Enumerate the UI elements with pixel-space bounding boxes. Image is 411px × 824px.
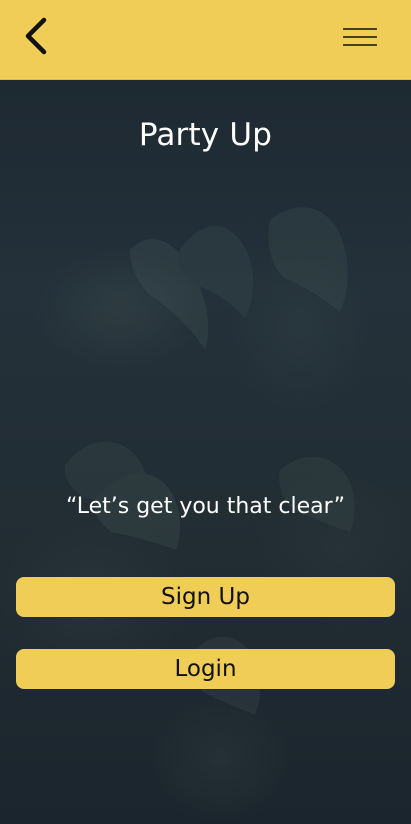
sign-up-button[interactable]: Sign Up — [16, 577, 395, 617]
page-title: Party Up — [138, 117, 273, 153]
login-button[interactable]: Login — [16, 649, 395, 689]
party-up-screen: Party Up “Let’s get you that clear” Sign… — [0, 0, 411, 824]
hamburger-menu-icon — [343, 28, 377, 46]
tagline-quote: “Let’s get you that clear” — [66, 494, 345, 519]
top-app-bar — [0, 0, 411, 80]
menu-button[interactable] — [342, 24, 378, 50]
back-button[interactable] — [18, 16, 58, 60]
chevron-left-icon — [25, 17, 47, 55]
background-foliage-image — [64, 207, 355, 715]
